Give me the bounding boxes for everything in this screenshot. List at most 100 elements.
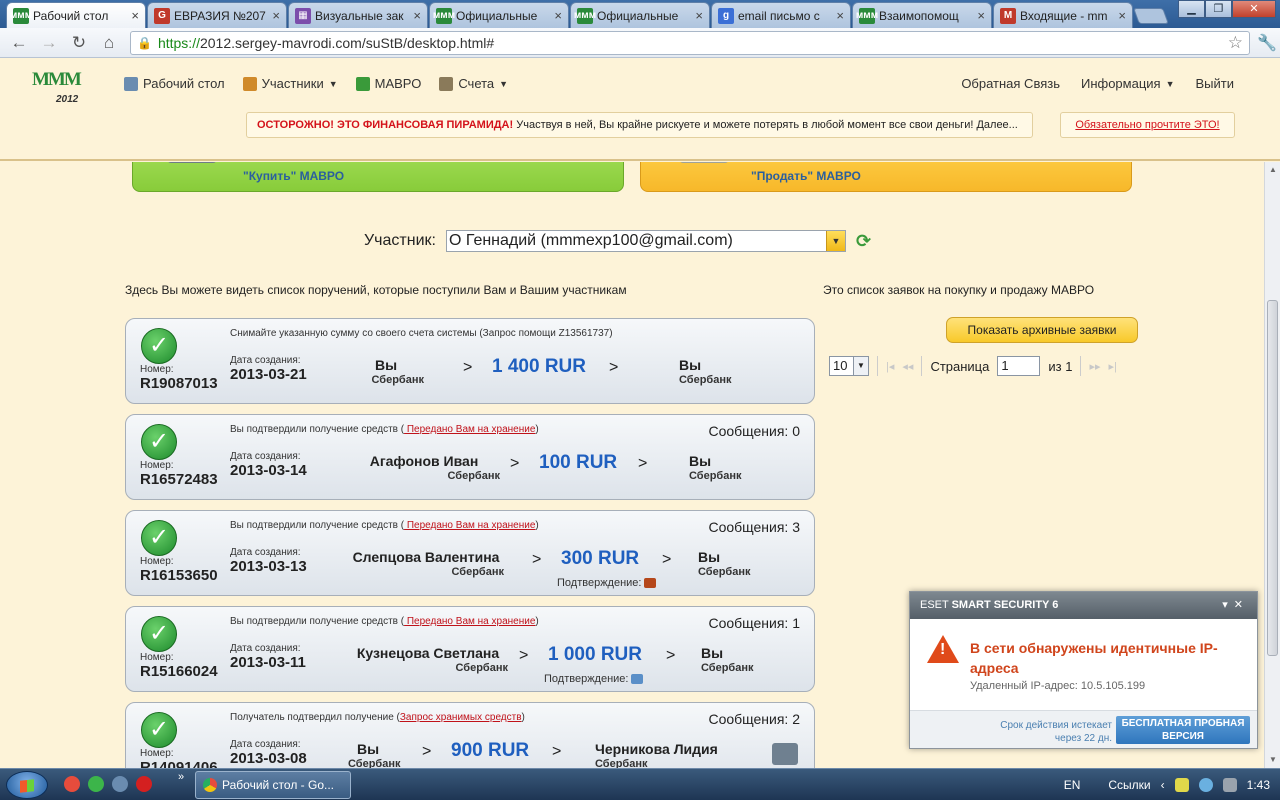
- forward-button[interactable]: →: [36, 31, 62, 55]
- page-scrollbar[interactable]: ▲ ▼: [1264, 162, 1280, 768]
- nav-item[interactable]: Обратная Связь: [956, 76, 1060, 91]
- scroll-thumb[interactable]: [1267, 300, 1278, 656]
- coins-icon: [679, 162, 729, 163]
- minimize-button[interactable]: ▁: [1178, 0, 1205, 18]
- windows-start-button[interactable]: [6, 771, 48, 799]
- flower-icon[interactable]: [88, 776, 104, 792]
- sell-mavro-panel[interactable]: "Продать" МАВРО: [640, 162, 1132, 192]
- back-button[interactable]: ←: [6, 31, 32, 55]
- scroll-up-icon[interactable]: ▲: [1265, 162, 1280, 178]
- recipient-bank: Сбербанк: [689, 470, 742, 482]
- order-messages-count[interactable]: Сообщения: 1: [708, 615, 800, 631]
- browser-tab[interactable]: g email письмо с ×: [711, 2, 851, 28]
- close-tab-icon[interactable]: ×: [977, 8, 985, 23]
- order-date: 2013-03-14: [230, 462, 307, 479]
- tray-chevron-icon[interactable]: ‹: [1161, 778, 1165, 792]
- browser-tab[interactable]: ммм Официальные ×: [429, 2, 569, 28]
- mmm-logo[interactable]: MMM 2012: [32, 69, 82, 105]
- order-card[interactable]: ✓ Вы подтвердили получение средств ( Пере…: [125, 510, 815, 596]
- nav-item[interactable]: Выйти: [1191, 76, 1235, 91]
- monitor-icon[interactable]: [112, 776, 128, 792]
- nav-item[interactable]: Рабочий стол: [124, 76, 225, 91]
- nav-item[interactable]: Участники ▼: [242, 76, 338, 91]
- page-size-select[interactable]: 10 ▼: [829, 356, 869, 376]
- order-status-link[interactable]: Передано Вам на хранение: [404, 424, 536, 435]
- browser-tab[interactable]: G ЕВРАЗИЯ №207 ×: [147, 2, 287, 28]
- order-confirmation[interactable]: Подтверждение:: [544, 673, 644, 685]
- confirmation-image-icon[interactable]: [644, 578, 657, 589]
- new-tab-button[interactable]: [1133, 8, 1169, 24]
- close-tab-icon[interactable]: ×: [131, 8, 139, 23]
- menu-wrench-icon[interactable]: 🔧: [1254, 33, 1280, 53]
- browser-tab[interactable]: ммм Рабочий стол ×: [6, 2, 146, 28]
- browser-tab[interactable]: M Входящие - mm ×: [993, 2, 1133, 28]
- close-tab-icon[interactable]: ×: [695, 8, 703, 23]
- tray-folder-icon[interactable]: [1174, 778, 1189, 792]
- printer-icon[interactable]: [772, 743, 798, 765]
- order-status-link[interactable]: Передано Вам на хранение: [404, 616, 536, 627]
- taskbar-chrome-window[interactable]: Рабочий стол - Go...: [195, 771, 351, 799]
- pager-separator: [921, 356, 923, 376]
- close-tab-icon[interactable]: ×: [1118, 8, 1126, 23]
- sender-bank: Сбербанк: [451, 566, 505, 578]
- must-read-link[interactable]: Обязательно прочтите ЭТО!: [1060, 112, 1235, 138]
- close-tab-icon[interactable]: ×: [272, 8, 280, 23]
- show-archive-button[interactable]: Показать архивные заявки: [946, 317, 1138, 343]
- users-icon: [242, 76, 257, 91]
- buy-mavro-panel[interactable]: "Купить" МАВРО: [132, 162, 624, 192]
- order-card[interactable]: ✓ Снимайте указанную сумму со своего счет…: [125, 318, 815, 404]
- browser-tab[interactable]: ммм Официальные ×: [570, 2, 710, 28]
- maximize-button[interactable]: ❐: [1205, 0, 1232, 18]
- free-trial-button[interactable]: БЕСПЛАТНАЯ ПРОБНАЯ ВЕРСИЯ: [1116, 716, 1250, 744]
- clock[interactable]: 1:43: [1247, 778, 1270, 792]
- close-tab-icon[interactable]: ×: [836, 8, 844, 23]
- nav-item[interactable]: Счета ▼: [439, 76, 508, 91]
- bookmark-star-icon[interactable]: ☆: [1228, 33, 1243, 53]
- chevron-down-icon[interactable]: ▼: [853, 357, 868, 375]
- eset-notification: ESET SMART SECURITY 6 ▾✕ ! В сети обнару…: [909, 591, 1258, 749]
- order-messages-count[interactable]: Сообщения: 3: [708, 519, 800, 535]
- eset-header: ESET SMART SECURITY 6 ▾✕: [910, 592, 1257, 619]
- chevron-down-icon[interactable]: ▼: [825, 231, 845, 251]
- nav-item[interactable]: МАВРО: [355, 76, 421, 91]
- scroll-down-icon[interactable]: ▼: [1265, 752, 1280, 768]
- confirmation-image-icon[interactable]: [631, 674, 644, 685]
- participant-select[interactable]: О Геннадий (mmmexp100@gmail.com) ▼: [445, 230, 846, 252]
- opera-icon[interactable]: [136, 776, 152, 792]
- nav-item[interactable]: Информация ▼: [1076, 76, 1175, 91]
- order-recipient: Черникова Лидия Сбербанк: [595, 741, 718, 768]
- order-status-link[interactable]: Запрос хранимых средств: [400, 712, 522, 723]
- order-status-link[interactable]: Передано Вам на хранение: [404, 520, 536, 531]
- tray-volume-icon[interactable]: [1222, 778, 1237, 792]
- site-header: MMM 2012 Рабочий стол Участники ▼ МАВРО Счет…: [0, 59, 1280, 161]
- order-messages-count[interactable]: Сообщения: 2: [708, 711, 800, 727]
- collapse-icon[interactable]: ▾: [1222, 599, 1234, 611]
- order-card[interactable]: ✓ Вы подтвердили получение средств ( Пере…: [125, 606, 815, 692]
- browser-tab[interactable]: ▦ Визуальные зак ×: [288, 2, 428, 28]
- page-number-input[interactable]: 1: [997, 356, 1041, 376]
- order-confirmation[interactable]: Подтверждение:: [557, 577, 657, 589]
- browser-tab[interactable]: ммм Взаимопомощ ×: [852, 2, 992, 28]
- close-tab-icon[interactable]: ×: [554, 8, 562, 23]
- expand-chevron-icon[interactable]: »: [178, 771, 184, 783]
- close-icon[interactable]: ✕: [1234, 599, 1249, 611]
- links-toolbar[interactable]: Ссылки: [1108, 778, 1150, 792]
- order-number-label: Номер:: [140, 652, 174, 663]
- close-tab-icon[interactable]: ×: [413, 8, 421, 23]
- prev-page-icon[interactable]: ◂◂: [902, 360, 913, 373]
- last-page-icon[interactable]: ▸|: [1108, 360, 1116, 373]
- order-card[interactable]: ✓ Вы подтвердили получение средств ( Пере…: [125, 414, 815, 500]
- tray-network-icon[interactable]: [1198, 778, 1213, 792]
- next-page-icon[interactable]: ▸▸: [1089, 360, 1100, 373]
- refresh-icon[interactable]: ⟳: [856, 231, 871, 252]
- language-indicator[interactable]: EN: [1064, 778, 1081, 792]
- chrome-icon[interactable]: [64, 776, 80, 792]
- reload-button[interactable]: ↻: [66, 31, 92, 55]
- first-page-icon[interactable]: |◂: [886, 360, 894, 373]
- address-bar[interactable]: 🔒 https://2012.sergey-mavrodi.com/suStB/…: [130, 30, 1250, 55]
- pyramid-warning[interactable]: ОСТОРОЖНО! ЭТО ФИНАНСОВАЯ ПИРАМИДА! Учас…: [246, 112, 1033, 138]
- order-messages-count[interactable]: Сообщения: 0: [708, 423, 800, 439]
- home-button[interactable]: ⌂: [96, 31, 122, 55]
- close-window-button[interactable]: ✕: [1232, 0, 1276, 18]
- order-card[interactable]: ✓ Получатель подтвердил получение (Запрос…: [125, 702, 815, 768]
